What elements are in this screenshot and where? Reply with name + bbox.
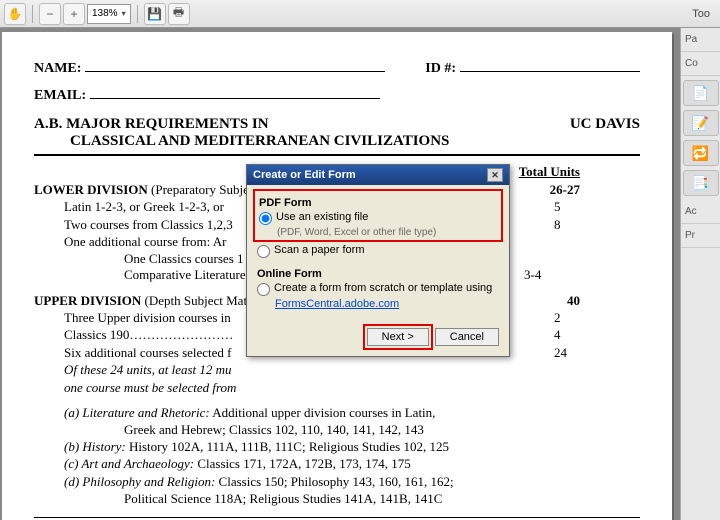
name-field-line bbox=[85, 56, 385, 72]
lower-division-head: LOWER DIVISION bbox=[34, 182, 148, 197]
print-icon[interactable]: 🖶 bbox=[168, 3, 190, 25]
save-icon[interactable]: 💾 bbox=[144, 3, 166, 25]
use-existing-file-label: Use an existing file bbox=[276, 211, 368, 223]
uc-davis-label: UC DAVIS bbox=[570, 116, 640, 133]
right-panel: Pa Co 📄 📝 🔁 📑 Ac Pr bbox=[680, 28, 720, 520]
use-existing-file-sub: (PDF, Word, Excel or other file type) bbox=[277, 227, 497, 238]
tool-icon[interactable]: 📑 bbox=[683, 170, 719, 196]
hand-tool-icon[interactable]: ✋ bbox=[4, 3, 26, 25]
tool-icon[interactable]: 📄 bbox=[683, 80, 719, 106]
use-existing-file-radio[interactable] bbox=[259, 212, 272, 225]
divider bbox=[34, 517, 640, 518]
zoom-in-icon[interactable]: + bbox=[63, 3, 85, 25]
formscentral-link[interactable]: FormsCentral.adobe.com bbox=[275, 298, 499, 310]
email-field-line bbox=[90, 83, 380, 99]
name-label: NAME: bbox=[34, 61, 81, 77]
id-field-line bbox=[460, 56, 640, 72]
panel-tab[interactable]: Co bbox=[681, 52, 720, 76]
upper-division-head: UPPER DIVISION bbox=[34, 293, 141, 308]
pdf-form-group: PDF Form bbox=[259, 197, 497, 209]
panel-tab[interactable]: Pa bbox=[681, 28, 720, 52]
dialog-titlebar: Create or Edit Form ✕ bbox=[247, 165, 509, 185]
total-units-header: Total Units bbox=[519, 164, 580, 180]
upper-units: 40 bbox=[567, 293, 580, 309]
main-toolbar: ✋ − + 138%▾ 💾 🖶 Too bbox=[0, 0, 720, 28]
chevron-down-icon: ▾ bbox=[122, 9, 126, 18]
zoom-level[interactable]: 138%▾ bbox=[87, 4, 131, 24]
divider bbox=[34, 154, 640, 156]
create-from-scratch-radio[interactable] bbox=[257, 283, 270, 296]
zoom-out-icon[interactable]: − bbox=[39, 3, 61, 25]
tool-icon[interactable]: 📝 bbox=[683, 110, 719, 136]
id-label: ID #: bbox=[425, 61, 456, 77]
close-icon[interactable]: ✕ bbox=[487, 168, 503, 182]
email-label: EMAIL: bbox=[34, 88, 86, 104]
tool-icon[interactable]: 🔁 bbox=[683, 140, 719, 166]
scan-paper-form-label: Scan a paper form bbox=[274, 244, 365, 256]
lower-units: 26-27 bbox=[550, 182, 580, 198]
panel-tab[interactable]: Ac bbox=[681, 200, 720, 224]
scan-paper-form-radio[interactable] bbox=[257, 245, 270, 258]
title-line-1: A.B. MAJOR REQUIREMENTS IN UC DAVIS bbox=[34, 116, 640, 133]
create-edit-form-dialog: Create or Edit Form ✕ PDF Form Use an ex… bbox=[246, 164, 510, 357]
title-line-2: CLASSICAL AND MEDITERRANEAN CIVILIZATION… bbox=[70, 133, 640, 150]
next-button[interactable]: Next > bbox=[367, 328, 429, 346]
cancel-button[interactable]: Cancel bbox=[435, 328, 499, 346]
online-form-group: Online Form bbox=[257, 268, 499, 280]
create-from-scratch-label: Create a form from scratch or template u… bbox=[274, 282, 492, 294]
tools-pane-label[interactable]: Too bbox=[692, 8, 716, 20]
panel-tab[interactable]: Pr bbox=[681, 224, 720, 248]
